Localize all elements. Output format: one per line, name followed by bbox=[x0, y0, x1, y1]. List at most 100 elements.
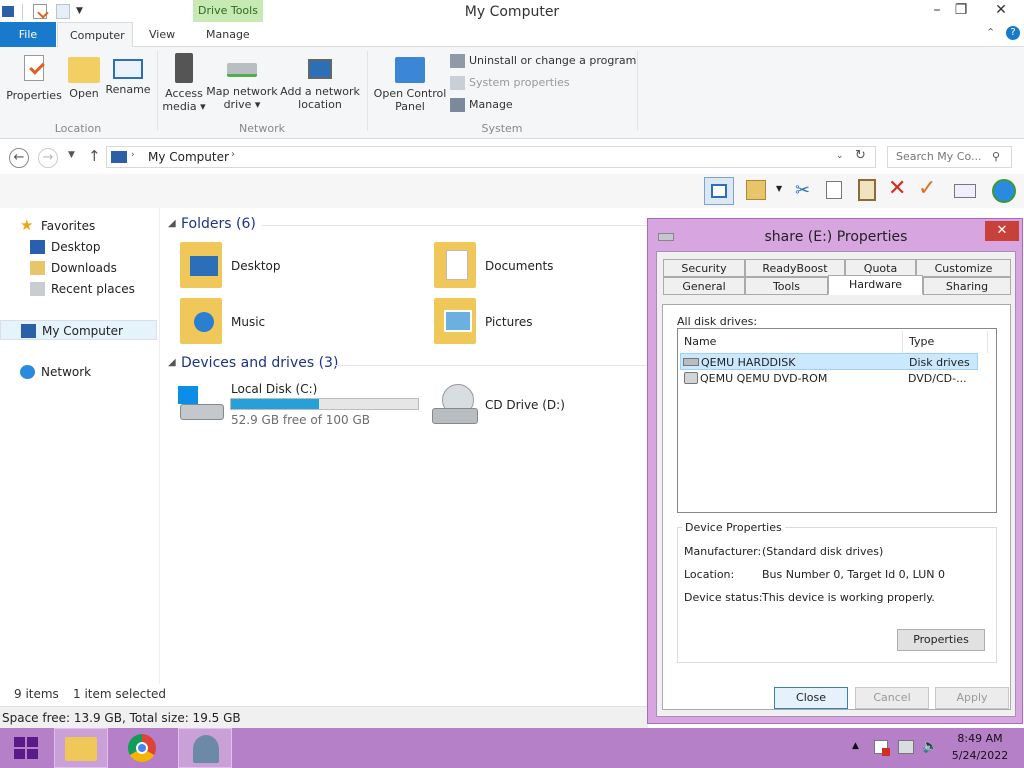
computer-icon bbox=[111, 151, 127, 163]
dialog-cancel-button[interactable]: Cancel bbox=[855, 687, 929, 709]
start-button[interactable] bbox=[0, 728, 54, 768]
forward-button[interactable]: → bbox=[38, 148, 58, 168]
recent-locations-icon[interactable]: ▼ bbox=[68, 150, 75, 160]
tab-general[interactable]: General bbox=[663, 277, 745, 295]
local-disk-name[interactable]: Local Disk (C:) bbox=[231, 382, 317, 396]
taskbar-chrome[interactable] bbox=[116, 728, 170, 768]
paste-icon[interactable] bbox=[858, 179, 876, 201]
uninstall-program-button[interactable]: Uninstall or change a program bbox=[450, 52, 636, 70]
breadcrumb-chevron-icon[interactable]: › bbox=[131, 150, 135, 160]
taskbar-control-panel[interactable] bbox=[178, 728, 232, 768]
breadcrumb-my-computer[interactable]: My Computer bbox=[148, 150, 229, 164]
help-icon[interactable]: ? bbox=[1006, 26, 1020, 40]
device-properties-legend: Device Properties bbox=[682, 521, 785, 534]
close-button[interactable]: ✕ bbox=[978, 0, 1024, 22]
folder-music[interactable]: Music bbox=[231, 315, 265, 329]
devices-group-header[interactable]: Devices and drives (3) bbox=[181, 355, 338, 371]
table-row[interactable]: QEMU QEMU DVD-ROM DVD/CD-... bbox=[680, 370, 978, 387]
nav-favorites[interactable]: ★ Favorites bbox=[0, 216, 157, 236]
table-row[interactable]: QEMU HARDDISK Disk drives bbox=[680, 353, 978, 370]
ribbon: Properties Open Rename Location Access m… bbox=[0, 47, 1024, 139]
select-icon[interactable] bbox=[746, 180, 766, 200]
network-globe-icon[interactable] bbox=[992, 179, 1016, 203]
manage-button[interactable]: Manage bbox=[450, 96, 513, 114]
address-bar-row: ← → ▼ ↑ › My Computer › ⌄ ↻ Search My Co… bbox=[0, 140, 1024, 174]
system-properties-icon bbox=[450, 76, 465, 90]
nav-network[interactable]: Network bbox=[0, 362, 157, 382]
tab-file[interactable]: File bbox=[0, 22, 56, 47]
action-center-icon[interactable] bbox=[874, 740, 890, 756]
tab-computer[interactable]: Computer bbox=[57, 22, 133, 47]
device-properties-button[interactable]: Properties bbox=[897, 629, 985, 651]
downloads-icon bbox=[30, 261, 45, 275]
search-icon: ⚲ bbox=[992, 150, 1001, 163]
select-dropdown-icon[interactable]: ▼ bbox=[776, 184, 782, 193]
show-hidden-icons[interactable]: ▲ bbox=[852, 741, 859, 751]
volume-muted-icon[interactable]: 🔈 bbox=[922, 739, 938, 754]
back-button[interactable]: ← bbox=[9, 148, 29, 168]
dvd-drive-icon bbox=[684, 372, 698, 384]
dialog-apply-button[interactable]: Apply bbox=[935, 687, 1009, 709]
add-network-location-button[interactable]: Add a network location bbox=[280, 53, 360, 111]
cut-icon[interactable]: ✂ bbox=[795, 180, 810, 201]
system-properties-button[interactable]: System properties bbox=[450, 74, 570, 92]
rename-field-icon[interactable] bbox=[954, 184, 976, 198]
up-button[interactable]: ↑ bbox=[88, 147, 101, 165]
desktop-icon bbox=[30, 240, 45, 254]
address-box[interactable]: › My Computer › ⌄ ↻ bbox=[106, 146, 876, 168]
window-title: My Computer bbox=[464, 4, 560, 20]
tab-sharing[interactable]: Sharing bbox=[923, 277, 1011, 295]
delete-icon[interactable]: ✕ bbox=[888, 176, 906, 201]
nav-downloads[interactable]: Downloads bbox=[0, 258, 157, 278]
properties-button[interactable]: Properties bbox=[6, 53, 62, 102]
cd-drive-name[interactable]: CD Drive (D:) bbox=[485, 398, 565, 412]
collapse-folders-icon[interactable]: ◢ bbox=[168, 218, 176, 229]
folders-group-header[interactable]: Folders (6) bbox=[181, 216, 256, 232]
nav-my-computer[interactable]: My Computer bbox=[0, 320, 157, 340]
tab-view[interactable]: View bbox=[137, 22, 187, 47]
rename-icon bbox=[113, 59, 143, 79]
refresh-icon[interactable]: ↻ bbox=[855, 148, 866, 163]
nav-recent-places[interactable]: Recent places bbox=[0, 279, 157, 299]
properties-check-icon[interactable]: ✓ bbox=[918, 176, 936, 201]
properties-icon bbox=[18, 53, 50, 85]
tab-customize[interactable]: Customize bbox=[916, 259, 1011, 277]
harddisk-icon bbox=[683, 358, 699, 366]
dialog-close-ok-button[interactable]: Close bbox=[774, 687, 848, 709]
col-type-header[interactable]: Type bbox=[909, 335, 934, 348]
collapse-ribbon-icon[interactable]: ⌃ bbox=[986, 26, 995, 39]
tab-manage[interactable]: Manage bbox=[194, 22, 262, 47]
tab-tools[interactable]: Tools bbox=[745, 277, 828, 295]
hardware-panel: All disk drives: Name Type QEMU HARDDISK… bbox=[662, 304, 1011, 710]
rename-button[interactable]: Rename bbox=[105, 53, 151, 96]
network-icon bbox=[20, 365, 35, 379]
collapse-devices-icon[interactable]: ◢ bbox=[168, 357, 176, 368]
dialog-close-button[interactable]: ✕ bbox=[985, 221, 1019, 241]
open-button[interactable]: Open bbox=[64, 53, 104, 100]
open-control-panel-button[interactable]: Open Control Panel bbox=[372, 53, 448, 113]
disk-drives-list[interactable]: Name Type QEMU HARDDISK Disk drives QEMU… bbox=[677, 328, 997, 513]
copy-icon[interactable] bbox=[826, 181, 842, 199]
network-tray-icon[interactable] bbox=[898, 740, 914, 754]
map-network-drive-button[interactable]: Map network drive ▾ bbox=[206, 53, 278, 111]
breadcrumb-chevron-icon[interactable]: › bbox=[231, 149, 235, 160]
folder-desktop[interactable]: Desktop bbox=[231, 259, 281, 273]
local-disk-icon bbox=[178, 386, 224, 424]
file-explorer-icon bbox=[65, 737, 97, 761]
address-dropdown-icon[interactable]: ⌄ bbox=[836, 151, 844, 161]
device-properties-group: Device Properties Manufacturer: (Standar… bbox=[677, 521, 997, 663]
col-name-header[interactable]: Name bbox=[684, 335, 716, 348]
clock-time[interactable]: 8:49 AM bbox=[950, 732, 1010, 745]
nav-desktop[interactable]: Desktop bbox=[0, 237, 157, 257]
folder-pictures[interactable]: Pictures bbox=[485, 315, 533, 329]
search-input[interactable]: Search My Co... ⚲ bbox=[887, 146, 1012, 168]
folder-documents[interactable]: Documents bbox=[485, 259, 553, 273]
preview-pane-button[interactable] bbox=[704, 177, 734, 205]
tab-hardware[interactable]: Hardware bbox=[828, 275, 923, 295]
access-media-button[interactable]: Access media ▾ bbox=[162, 53, 206, 113]
clock-date[interactable]: 5/24/2022 bbox=[950, 749, 1010, 762]
windows-logo-icon bbox=[14, 737, 38, 759]
tab-security[interactable]: Security bbox=[663, 259, 745, 277]
taskbar-file-explorer[interactable] bbox=[54, 728, 108, 768]
pictures-folder-icon bbox=[434, 298, 476, 344]
